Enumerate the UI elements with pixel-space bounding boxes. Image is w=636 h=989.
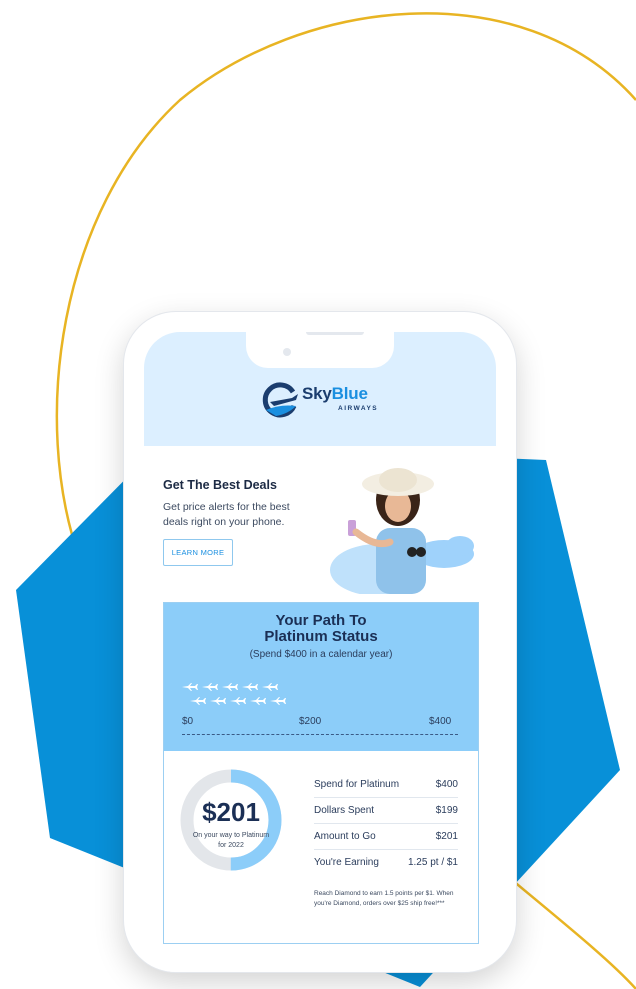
plane-icon (270, 697, 286, 705)
promo-text: Get price alerts for the best deals righ… (163, 501, 290, 528)
stat-row: You're Earning 1.25 pt / $1 (314, 851, 458, 875)
promo-title: Get The Best Deals (163, 478, 277, 492)
logo-blue: Blue (331, 384, 368, 403)
platinum-path-card: Your Path To Platinum Status (Spend $400… (163, 602, 479, 944)
donut-value: $201 (202, 797, 260, 827)
path-title-line2: Platinum Status (264, 628, 378, 645)
stat-row: Spend for Platinum $400 (314, 773, 458, 798)
plane-icon (242, 683, 258, 691)
stat-row: Amount to Go $201 (314, 825, 458, 850)
phone-mockup: SkyBlue AIRWAYS Get The Best Deals Get p… (124, 312, 516, 972)
plane-icon (222, 683, 238, 691)
camera-icon (283, 348, 291, 356)
stat-label: You're Earning (314, 857, 379, 868)
path-banner: Your Path To Platinum Status (Spend $400… (164, 603, 478, 751)
plane-icon (190, 697, 206, 705)
path-title: Your Path To Platinum Status (164, 613, 478, 645)
phone-screen: SkyBlue AIRWAYS Get The Best Deals Get p… (144, 332, 496, 972)
stat-value: 1.25 pt / $1 (407, 857, 458, 868)
stat-value: $400 (435, 779, 458, 790)
fine-print: Reach Diamond to earn 1.5 points per $1.… (314, 890, 454, 907)
stat-row: Dollars Spent $199 (314, 799, 458, 824)
plane-icon (202, 683, 218, 691)
plane-icon (262, 683, 278, 691)
stat-label: Spend for Platinum (314, 779, 400, 790)
path-title-line1: Your Path To (275, 612, 367, 629)
plane-icon (250, 697, 266, 705)
learn-more-button[interactable]: LEARN MORE (163, 539, 233, 566)
progress-dashline (182, 734, 458, 735)
plane-icon (210, 697, 226, 705)
scale-mid: $200 (299, 716, 322, 727)
stat-label: Dollars Spent (314, 805, 375, 816)
phone-notch (246, 332, 394, 368)
plane-icon (182, 683, 198, 691)
scale-start: $0 (182, 716, 194, 727)
donut-caption: On your way to Platinum for 2022 (192, 832, 270, 849)
stat-value: $199 (435, 805, 458, 816)
path-subtitle: (Spend $400 in a calendar year) (249, 649, 393, 660)
skyblue-logo[interactable]: SkyBlue AIRWAYS (260, 378, 400, 424)
logo-sky: Sky (302, 384, 332, 403)
woman-with-phone-illustration (330, 468, 474, 594)
gold-arc-lower (499, 869, 636, 989)
logo-wordmark: SkyBlue (302, 384, 368, 404)
phone-speaker (306, 332, 364, 335)
stat-value: $201 (435, 831, 458, 842)
planes-progress-icon (182, 683, 286, 705)
stat-label: Amount to Go (314, 831, 376, 842)
plane-circle-icon (262, 382, 298, 418)
logo-subtitle: AIRWAYS (338, 405, 379, 412)
scale-end: $400 (429, 716, 452, 727)
plane-icon (230, 697, 246, 705)
